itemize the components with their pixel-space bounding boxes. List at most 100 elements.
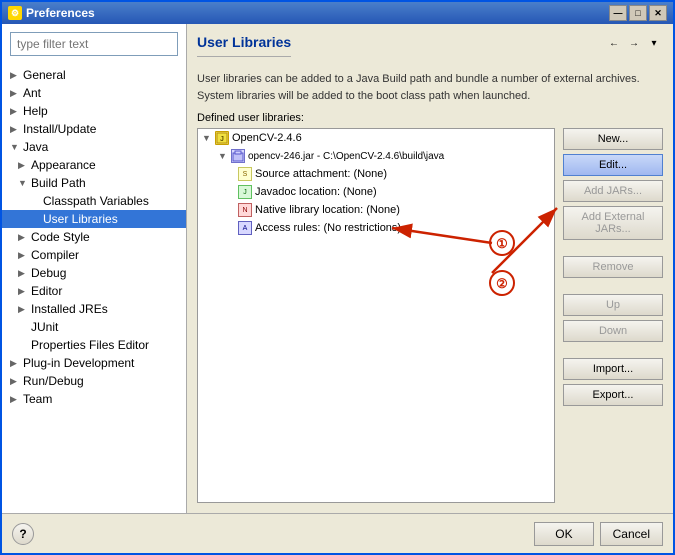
defined-libraries-label: Defined user libraries: (197, 112, 663, 124)
forward-button[interactable]: → (625, 34, 643, 52)
window-icon: ⚙ (8, 6, 22, 20)
javadoc-icon: J (238, 185, 252, 199)
sidebar-item-label: Appearance (31, 158, 96, 172)
sidebar-item-install-update[interactable]: ▶ Install/Update (2, 120, 186, 138)
arrow-icon: ▶ (10, 358, 20, 369)
sidebar-item-team[interactable]: ▶ Team (2, 390, 186, 408)
lib-item-jar[interactable]: ▼ opencv-246.jar - C:\OpenCV-2.4.6\build… (198, 147, 554, 165)
new-button[interactable]: New... (563, 128, 663, 150)
export-button[interactable]: Export... (563, 384, 663, 406)
sidebar-item-appearance[interactable]: ▶ Appearance (2, 156, 186, 174)
sidebar-item-label: Help (23, 104, 48, 118)
lib-item-label: Native library location: (None) (255, 204, 400, 216)
sidebar-item-label: Compiler (31, 248, 79, 262)
arrow-icon: ▶ (10, 106, 20, 117)
sidebar-item-run-debug[interactable]: ▶ Run/Debug (2, 372, 186, 390)
edit-button[interactable]: Edit... (563, 154, 663, 176)
search-input[interactable] (10, 32, 178, 56)
lib-item-native[interactable]: N Native library location: (None) (198, 201, 554, 219)
library-tree[interactable]: ▼ J OpenCV-2.4.6 ▼ (197, 128, 555, 503)
arrow-icon: ▶ (18, 250, 28, 261)
source-icon: S (238, 167, 252, 181)
sidebar-item-java[interactable]: ▼ Java (2, 138, 186, 156)
down-button[interactable]: Down (563, 320, 663, 342)
sidebar-item-label: JUnit (31, 320, 58, 334)
arrow-icon: ▶ (18, 286, 28, 297)
bottom-actions: OK Cancel (534, 522, 663, 546)
arrow-icon: ▶ (18, 232, 28, 243)
up-button[interactable]: Up (563, 294, 663, 316)
lib-item-javadoc[interactable]: J Javadoc location: (None) (198, 183, 554, 201)
preferences-window: ⚙ Preferences — □ ✕ ▶ General ▶ Ant (0, 0, 675, 555)
sidebar-item-help[interactable]: ▶ Help (2, 102, 186, 120)
sidebar-item-label: Installed JREs (31, 302, 108, 316)
help-button[interactable]: ? (12, 523, 34, 545)
sidebar-item-label: Install/Update (23, 122, 96, 136)
sidebar-item-label: Run/Debug (23, 374, 84, 388)
minimize-button[interactable]: — (609, 5, 627, 21)
sidebar-item-junit[interactable]: ▶ JUnit (2, 318, 186, 336)
title-bar: ⚙ Preferences — □ ✕ (2, 2, 673, 24)
sidebar-item-label: Plug-in Development (23, 356, 134, 370)
sidebar-item-label: Classpath Variables (43, 194, 149, 208)
import-button[interactable]: Import... (563, 358, 663, 380)
sidebar-item-general[interactable]: ▶ General (2, 66, 186, 84)
library-icon: J (215, 131, 229, 145)
lib-item-label: Javadoc location: (None) (255, 186, 377, 198)
lib-item-label: Access rules: (No restrictions) (255, 222, 401, 234)
buttons-column: New... Edit... Add JARs... Add External … (563, 128, 663, 503)
sidebar-item-label: Ant (23, 86, 41, 100)
sidebar-item-editor[interactable]: ▶ Editor (2, 282, 186, 300)
expand-arrow: ▼ (202, 133, 212, 143)
title-bar-controls: — □ ✕ (609, 5, 667, 21)
access-icon: A (238, 221, 252, 235)
window-title: Preferences (26, 6, 95, 20)
sidebar-item-properties-files-editor[interactable]: ▶ Properties Files Editor (2, 336, 186, 354)
arrow-icon: ▶ (10, 70, 20, 81)
ok-button[interactable]: OK (534, 522, 593, 546)
panel-title: User Libraries (197, 34, 291, 57)
add-jars-button[interactable]: Add JARs... (563, 180, 663, 202)
lib-item-label: opencv-246.jar - C:\OpenCV-2.4.6\build\j… (248, 151, 444, 162)
sidebar-item-build-path[interactable]: ▼ Build Path (2, 174, 186, 192)
sidebar-item-plugin-development[interactable]: ▶ Plug-in Development (2, 354, 186, 372)
sidebar-item-label: Code Style (31, 230, 90, 244)
sidebar-item-compiler[interactable]: ▶ Compiler (2, 246, 186, 264)
sidebar-item-classpath-variables[interactable]: ▶ Classpath Variables (2, 192, 186, 210)
arrow-icon: ▶ (10, 376, 20, 387)
sidebar-item-label: General (23, 68, 66, 82)
sidebar-item-label: Team (23, 392, 52, 406)
dropdown-button[interactable]: ▾ (645, 34, 663, 52)
left-panel: ▶ General ▶ Ant ▶ Help ▶ Install/Update … (2, 24, 187, 513)
sidebar-item-ant[interactable]: ▶ Ant (2, 84, 186, 102)
sidebar-item-code-style[interactable]: ▶ Code Style (2, 228, 186, 246)
right-panel: User Libraries ← → ▾ User libraries can … (187, 24, 673, 513)
add-external-jars-button[interactable]: Add External JARs... (563, 206, 663, 240)
sidebar-item-label: User Libraries (43, 212, 118, 226)
arrow-icon: ▶ (10, 394, 20, 405)
maximize-button[interactable]: □ (629, 5, 647, 21)
arrow-icon: ▶ (18, 268, 28, 279)
arrow-icon: ▶ (18, 304, 28, 315)
sidebar-item-user-libraries[interactable]: ▶ User Libraries (2, 210, 186, 228)
cancel-button[interactable]: Cancel (600, 522, 663, 546)
sidebar-item-label: Debug (31, 266, 66, 280)
lib-item-source[interactable]: S Source attachment: (None) (198, 165, 554, 183)
sidebar-item-debug[interactable]: ▶ Debug (2, 264, 186, 282)
sidebar-item-label: Properties Files Editor (31, 338, 149, 352)
lib-item-access[interactable]: A Access rules: (No restrictions) (198, 219, 554, 237)
native-icon: N (238, 203, 252, 217)
remove-button[interactable]: Remove (563, 256, 663, 278)
main-content: ▶ General ▶ Ant ▶ Help ▶ Install/Update … (2, 24, 673, 513)
jar-icon (231, 149, 245, 163)
lib-item-opencv[interactable]: ▼ J OpenCV-2.4.6 (198, 129, 554, 147)
close-button[interactable]: ✕ (649, 5, 667, 21)
main-area: ▼ J OpenCV-2.4.6 ▼ (197, 128, 663, 503)
sidebar-item-label: Java (23, 140, 48, 154)
title-bar-left: ⚙ Preferences (8, 6, 95, 20)
svg-text:J: J (220, 136, 224, 143)
arrow-icon: ▶ (10, 88, 20, 99)
sidebar-item-label: Editor (31, 284, 62, 298)
back-button[interactable]: ← (605, 34, 623, 52)
sidebar-item-installed-jres[interactable]: ▶ Installed JREs (2, 300, 186, 318)
